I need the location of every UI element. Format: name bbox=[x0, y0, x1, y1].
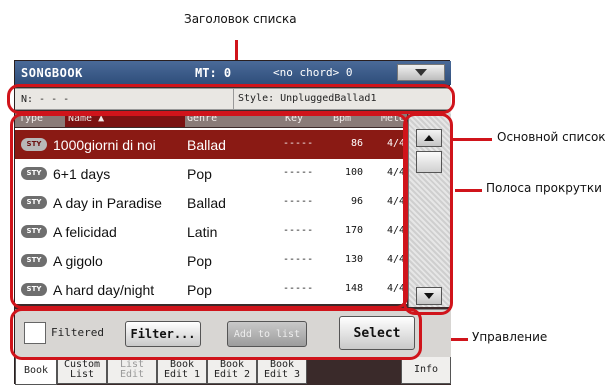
tab-book-edit-1[interactable]: Book Edit 1 bbox=[157, 357, 207, 384]
tab-bar: Book Custom List List Edit Book Edit 1 B… bbox=[15, 357, 451, 385]
tab-custom-list[interactable]: Custom List bbox=[57, 357, 107, 384]
chord-display: <no chord> 0 bbox=[273, 66, 353, 79]
tab-label: Book Edit 3 bbox=[263, 359, 301, 380]
tab-book[interactable]: Book bbox=[15, 357, 57, 385]
highlight-controls bbox=[10, 308, 422, 360]
tab-label: List Edit bbox=[119, 359, 145, 380]
annotation-controls: Управление bbox=[472, 330, 548, 344]
tab-info[interactable]: Info bbox=[401, 357, 451, 384]
annotation-main-list: Основной список bbox=[497, 130, 606, 144]
tab-label: Info bbox=[413, 364, 439, 375]
highlight-scrollbar bbox=[403, 113, 453, 315]
tab-book-edit-2[interactable]: Book Edit 2 bbox=[207, 357, 257, 384]
annotation-scrollbar: Полоса прокрутки bbox=[486, 181, 602, 195]
highlight-list-header bbox=[7, 84, 455, 114]
tab-label: Book bbox=[23, 364, 49, 376]
tab-label: Book Edit 1 bbox=[163, 359, 201, 380]
highlight-main-list bbox=[10, 113, 408, 309]
tab-label: Custom List bbox=[63, 359, 101, 380]
page-menu-button[interactable] bbox=[397, 64, 445, 81]
app-title: SONGBOOK bbox=[21, 66, 83, 80]
tab-label: Book Edit 2 bbox=[213, 359, 251, 380]
master-transpose: MT: 0 bbox=[195, 66, 232, 80]
title-bar: SONGBOOK MT: 0 <no chord> 0 bbox=[15, 61, 451, 85]
annotation-pointer-scrollbar bbox=[455, 189, 482, 192]
tab-book-edit-3[interactable]: Book Edit 3 bbox=[257, 357, 307, 384]
tab-list-edit[interactable]: List Edit bbox=[107, 357, 157, 384]
annotation-list-header: Заголовок списка bbox=[184, 12, 297, 26]
chevron-down-icon bbox=[415, 69, 427, 76]
